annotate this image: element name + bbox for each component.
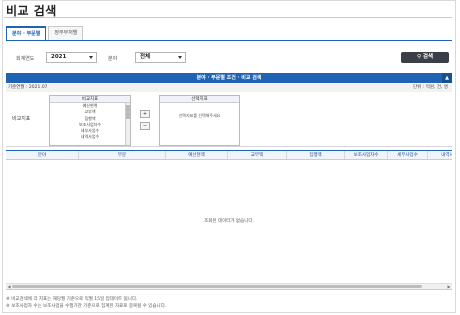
title-divider (4, 17, 452, 18)
footnote: ※ 보조사업자 수는 보조사업을 수행기관 기준으로 집계된 자료로 중복될 수… (6, 304, 167, 309)
year-select[interactable]: 2021 (46, 52, 97, 63)
grid-header: 분야 부문 예산현액 교부액 집행액 보조사업자수 세부사업수 내역사 (6, 151, 452, 160)
column-header[interactable]: 집행액 (287, 151, 345, 159)
result-grid: 분야 부문 예산현액 교부액 집행액 보조사업자수 세부사업수 내역사 조회된 … (6, 150, 452, 290)
tab-field-sector[interactable]: 분야 · 부문별 (6, 26, 47, 40)
search-button-label: 검색 (422, 54, 434, 60)
base-date: 기준연월 : 2021.07 (8, 85, 48, 90)
tab-ministry[interactable]: 정부부처별 (48, 26, 84, 40)
selected-indicator-box[interactable]: 선택지표 선택지표를 선택해주세요 (159, 95, 240, 146)
meta-row: 기준연월 : 2021.07 단위 : 억원, 건, 명 (6, 84, 452, 92)
indicator-listbox[interactable]: 비교지표 예산현액 교부액 집행액 보조사업자수 세부사업수 내역사업수 (49, 95, 131, 146)
column-header[interactable]: 분야 (6, 151, 79, 159)
indicator-selector: 비교지표 비교지표 예산현액 교부액 집행액 보조사업자수 세부사업수 내역사업… (6, 93, 452, 147)
column-header[interactable]: 보조사업자수 (345, 151, 388, 159)
year-select-value: 2021 (51, 54, 67, 60)
column-header[interactable]: 교부액 (228, 151, 287, 159)
empty-state-message: 조회된 데이터가 없습니다. (204, 219, 254, 224)
scroll-right-icon[interactable]: ▶ (446, 284, 452, 289)
unit-info: 단위 : 억원, 건, 명 (413, 85, 448, 90)
year-label: 회계연도 (16, 56, 35, 62)
selected-list-header: 선택지표 (160, 96, 239, 103)
horizontal-scrollbar[interactable]: ◀ ▶ (6, 283, 452, 289)
column-header[interactable]: 예산현액 (166, 151, 228, 159)
scrollbar-thumb[interactable] (12, 285, 422, 288)
field-label: 분야 (108, 56, 118, 62)
footnote: ※ 비교검색에 각 지표는 해당월 기준으로 익월 15일 업데이트 됩니다. (6, 297, 138, 302)
add-indicator-button[interactable]: + (140, 110, 150, 118)
column-header[interactable]: 세부사업수 (388, 151, 428, 159)
indicator-list-header: 비교지표 (50, 96, 130, 103)
tab-divider (6, 40, 452, 41)
chevron-down-icon (178, 56, 182, 59)
tab-bar: 분야 · 부문별 정부부처별 (6, 26, 85, 40)
filter-row: 회계연도 2021 분야 전체 ⚲ 검색 (6, 52, 452, 66)
column-header[interactable]: 내역사 (428, 151, 452, 159)
collapse-toggle-button[interactable]: ▲ (442, 73, 452, 83)
field-select[interactable]: 전체 (135, 52, 186, 63)
grid-body: 조회된 데이터가 없습니다. (6, 160, 452, 281)
indicator-label: 비교지표 (12, 116, 31, 122)
chevron-down-icon (89, 56, 93, 59)
panel-title: 분야 · 부문별 조건 · 비교 검색 (196, 75, 262, 81)
list-item[interactable]: 내역사업수 (50, 134, 130, 140)
listbox-scrollbar[interactable] (125, 103, 130, 145)
scrollbar-thumb[interactable] (126, 105, 130, 119)
search-button[interactable]: ⚲ 검색 (401, 52, 449, 63)
remove-indicator-button[interactable]: − (140, 122, 150, 130)
column-header[interactable]: 부문 (79, 151, 166, 159)
search-icon: ⚲ (416, 54, 421, 60)
selected-empty-message: 선택지표를 선택해주세요 (178, 113, 221, 118)
footnotes: ※ 비교검색에 각 지표는 해당월 기준으로 익월 15일 업데이트 됩니다. … (6, 296, 452, 310)
panel-header: 분야 · 부문별 조건 · 비교 검색 ▲ (6, 73, 452, 83)
field-select-value: 전체 (140, 54, 151, 60)
